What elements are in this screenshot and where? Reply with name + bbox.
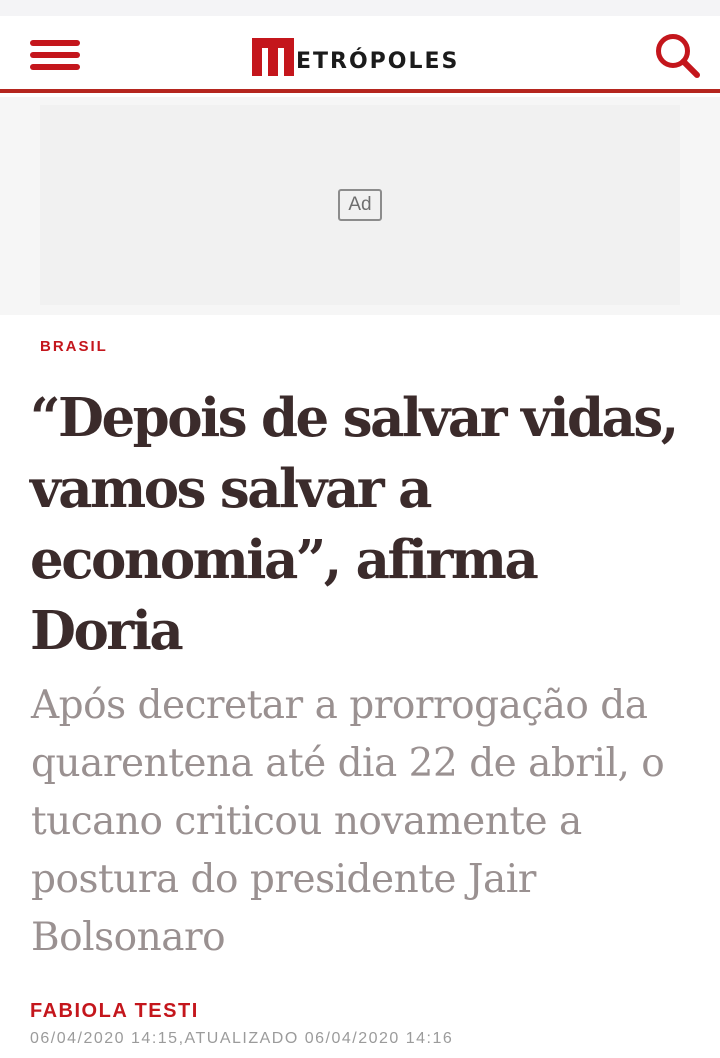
- hamburger-menu-icon-bar-top: [30, 40, 80, 46]
- logo-wordmark: ETRÓPOLES: [296, 49, 460, 74]
- article-author[interactable]: FABIOLA TESTI: [30, 1000, 199, 1023]
- ad-badge: Ad: [338, 189, 382, 221]
- article-dateline: 06/04/2020 14:15,ATUALIZADO 06/04/2020 1…: [30, 1030, 454, 1047]
- article-headline: “Depois de salvar vidas, vamos salvar a …: [30, 387, 679, 662]
- search-icon: [656, 34, 700, 78]
- hamburger-menu-icon-bar-bottom: [30, 64, 80, 70]
- category-label[interactable]: BRASIL: [40, 338, 108, 355]
- article-subtitle: Após decretar a prorrogação da quarenten…: [31, 683, 665, 960]
- article: BRASIL “Depois de salvar vidas, vamos sa…: [0, 315, 720, 1058]
- menu-button[interactable]: [30, 40, 80, 72]
- ad-banner: Ad: [0, 97, 720, 315]
- status-bar-strip: [0, 0, 720, 16]
- metropoles-logo[interactable]: ETRÓPOLES: [252, 36, 459, 76]
- search-button[interactable]: [654, 32, 702, 80]
- ad-slot[interactable]: Ad: [40, 105, 680, 305]
- hamburger-menu-icon-bar-middle: [30, 52, 80, 58]
- site-header: ETRÓPOLES: [0, 16, 720, 93]
- logo-m-mark-icon: [252, 38, 294, 76]
